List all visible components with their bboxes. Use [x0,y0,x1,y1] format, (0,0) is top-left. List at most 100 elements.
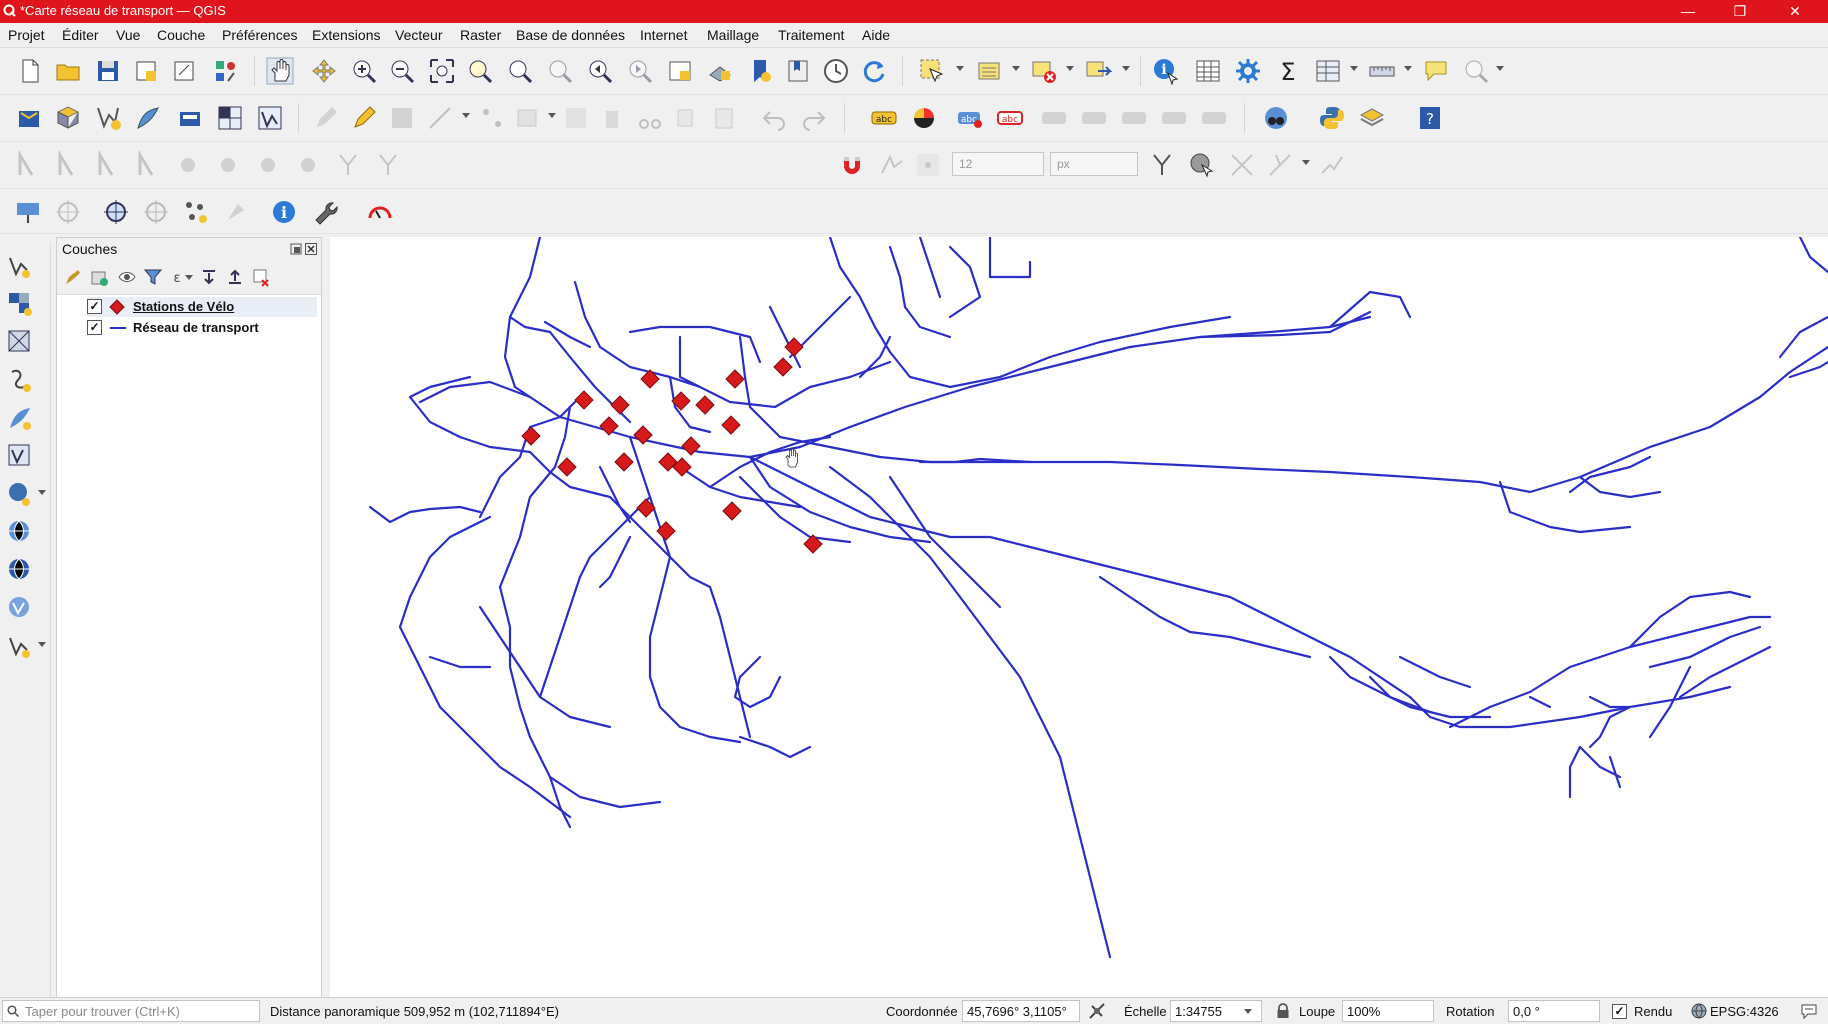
select-value-dropdown-icon[interactable] [1012,66,1020,71]
add-wms-icon[interactable] [6,518,34,546]
select-by-location-icon[interactable] [1084,57,1112,85]
bike-station[interactable] [557,457,577,477]
map-tips-icon[interactable] [1422,57,1450,85]
refresh-icon[interactable] [860,57,888,85]
zoom-to-layer-icon[interactable] [506,57,534,85]
cut-features-icon[interactable] [636,104,664,132]
adv-tool-3-icon[interactable] [94,151,122,179]
add-wcs-icon[interactable] [6,594,34,622]
menu-projet[interactable]: Projet [8,27,45,43]
adv-tool-5-icon[interactable] [174,151,202,179]
avoid-overlap-icon[interactable] [1318,151,1346,179]
menu-internet[interactable]: Internet [640,27,687,43]
measure-icon[interactable] [1368,57,1396,85]
snap-intersection-icon[interactable] [1228,151,1256,179]
identify-features-icon[interactable]: i [1152,57,1180,85]
layer-item-reseau-transport[interactable]: ✓ Réseau de transport [87,318,317,338]
zoom-out-icon[interactable] [388,57,416,85]
new-temporary-layer-icon[interactable] [176,104,204,132]
snapping-magnet-icon[interactable] [838,151,866,179]
digitize-line-icon[interactable] [426,104,454,132]
scale-dropdown-icon[interactable] [1244,1009,1252,1014]
menu-aide[interactable]: Aide [862,27,890,43]
messages-icon[interactable] [1800,1003,1818,1019]
add-spatialite-tool-icon[interactable] [6,404,34,432]
adv-tool-2-icon[interactable] [54,151,82,179]
statistical-summary-icon[interactable]: Σ [1274,57,1302,85]
menu-couche[interactable]: Couche [157,27,205,43]
render-checkbox[interactable]: ✓ [1612,1004,1627,1019]
bike-station[interactable] [574,390,594,410]
adv-tool-9-icon[interactable] [334,151,362,179]
show-bookmarks-icon[interactable] [784,57,812,85]
menu-maillage[interactable]: Maillage [707,27,759,43]
filter-legend-icon[interactable] [143,267,163,287]
transport-network-map[interactable] [330,235,1828,997]
diagram-options-icon[interactable] [910,104,938,132]
new-map-view-icon[interactable] [666,57,694,85]
tracing-icon[interactable] [1266,151,1294,179]
current-edits-icon[interactable] [312,104,340,132]
move-label-icon[interactable] [1120,104,1148,132]
change-label-icon[interactable] [1200,104,1228,132]
close-button[interactable]: ✕ [1775,1,1815,21]
crs-globe-icon[interactable] [1691,1003,1707,1019]
layer-stack-icon[interactable] [1358,104,1386,132]
bike-station[interactable] [721,415,741,435]
new-vector-tool-icon[interactable] [6,632,34,660]
restore-button[interactable]: ❐ [1720,1,1760,21]
open-project-icon[interactable] [54,57,82,85]
snapping-tolerance-spinbox[interactable]: 12 [952,152,1044,176]
menu-base-de-donnees[interactable]: Base de données [516,27,625,43]
digitize-dropdown-icon[interactable] [462,113,470,118]
crs-label[interactable]: EPSG:4326 [1710,1004,1779,1019]
gauge-icon[interactable] [366,198,394,226]
add-mesh-tool-icon[interactable] [6,328,34,356]
toggle-extents-icon[interactable] [1088,1002,1106,1020]
bike-station[interactable] [725,369,745,389]
toggle-editing-icon[interactable] [350,104,378,132]
lock-scale-icon[interactable] [1276,1003,1290,1019]
adv-tool-4-icon[interactable] [134,151,162,179]
layer-item-stations-velo[interactable]: ✓ Stations de Vélo [87,297,317,317]
info-icon[interactable]: i [270,198,298,226]
bike-station[interactable] [614,452,634,472]
paste-features-icon[interactable] [710,104,738,132]
locator-icon[interactable] [1462,57,1490,85]
open-attribute-table-icon[interactable] [1194,57,1222,85]
rotation-field[interactable]: 0,0 ° [1508,1000,1600,1022]
menu-raster[interactable]: Raster [460,27,501,43]
expression-dropdown-icon[interactable] [185,275,193,280]
new-vector-dropdown-icon[interactable] [38,642,46,647]
menu-editer[interactable]: Éditer [62,27,99,43]
add-group-icon[interactable] [89,267,109,287]
add-virtual-layer-icon[interactable] [6,442,34,470]
redo-icon[interactable] [800,104,828,132]
zoom-in-icon[interactable] [350,57,378,85]
table-dropdown-icon[interactable] [1350,66,1358,71]
georeferencer-icon[interactable] [54,198,82,226]
deselect-features-icon[interactable] [1030,57,1058,85]
map-canvas[interactable] [330,235,1828,997]
self-snapping-icon[interactable] [1188,151,1216,179]
layout-manager-icon[interactable] [170,57,198,85]
adv-tool-6-icon[interactable] [214,151,242,179]
rotate-label-icon[interactable] [1160,104,1188,132]
zoom-last-icon[interactable] [586,57,614,85]
attribute-edit-icon[interactable] [562,104,590,132]
locator-dropdown-icon[interactable] [1496,66,1504,71]
adv-tool-8-icon[interactable] [294,151,322,179]
close-panel-icon[interactable] [305,243,317,255]
menu-vue[interactable]: Vue [116,27,140,43]
new-project-icon[interactable] [16,57,44,85]
select-dropdown-icon[interactable] [956,66,964,71]
add-vector-tool-icon[interactable] [6,252,34,280]
collapse-all-icon[interactable] [225,267,245,287]
new-spatialite-icon[interactable] [134,104,162,132]
data-source-manager-icon[interactable] [16,104,44,132]
zoom-to-selection-icon[interactable] [466,57,494,85]
new-print-layout-icon[interactable] [132,57,160,85]
coordinate-field[interactable]: 45,7696° 3,1105° [962,1000,1080,1022]
pin-labels-icon[interactable] [1040,104,1068,132]
remove-layer-icon[interactable] [251,267,271,287]
